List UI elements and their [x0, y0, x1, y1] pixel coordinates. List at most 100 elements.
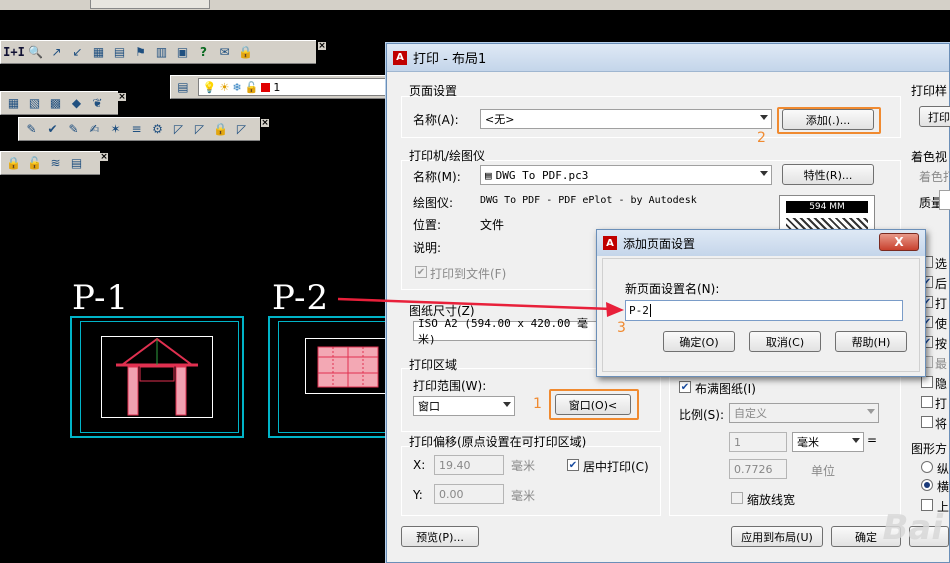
scale-unit2: 单位 — [811, 464, 836, 478]
sheet-p1[interactable] — [70, 316, 244, 438]
fit-to-paper-checkbox[interactable]: ✔ — [679, 381, 691, 393]
import-icon[interactable]: ↙ — [68, 43, 87, 62]
chevron-down-icon — [760, 115, 768, 120]
check-icon[interactable]: ✔ — [43, 120, 62, 139]
plot-range-combo[interactable]: 窗口 — [413, 396, 515, 416]
offset-x-field[interactable]: 19.40 — [434, 455, 504, 475]
eraser3-icon[interactable]: ◸ — [232, 120, 251, 139]
toolbar-close-icon[interactable]: × — [100, 153, 108, 162]
center-plot-checkbox[interactable]: ✔ — [567, 459, 579, 471]
document-icon[interactable]: ▤ — [110, 43, 129, 62]
pattern-icon[interactable]: ▧ — [25, 94, 44, 113]
offset-x-unit: 毫米 — [511, 459, 536, 473]
layer-dropdown[interactable]: 💡 ☀ ❄ 🔓 1 — [197, 78, 386, 96]
offset-x-label: X: — [413, 458, 426, 472]
attr-icon[interactable]: ≡ — [127, 120, 146, 139]
offset-y-field[interactable]: 0.00 — [434, 484, 504, 504]
star-icon[interactable]: ✶ — [106, 120, 125, 139]
option-checkbox-7[interactable] — [921, 396, 933, 408]
apply-to-layout-button[interactable]: 应用到布局(U) — [731, 526, 823, 547]
preview-button[interactable]: 预览(P)... — [401, 526, 479, 547]
step-label-2: 2 — [757, 130, 766, 146]
scale-lineweights-checkbox[interactable] — [731, 492, 743, 504]
chevron-down-icon — [867, 409, 875, 414]
plot-style-button[interactable]: 打印 — [919, 106, 950, 127]
edit2-icon[interactable]: ✎ — [64, 120, 83, 139]
location-value: 文件 — [480, 218, 505, 232]
subdialog-ok-button[interactable]: 确定(O) — [663, 331, 735, 352]
orientation-radio-portrait[interactable] — [921, 461, 933, 473]
layer-color-swatch — [261, 82, 271, 92]
option-checkbox-6[interactable] — [921, 376, 933, 388]
close-icon[interactable]: X — [879, 233, 919, 251]
option-label-4: 按 — [935, 337, 948, 351]
scale-combo[interactable]: 自定义 — [729, 403, 879, 423]
layer-manager-icon[interactable]: ▤ — [174, 78, 192, 97]
option-checkbox-8[interactable] — [921, 416, 933, 428]
paper-size-value: ISO A2 (594.00 x 420.00 毫米) — [418, 317, 588, 346]
toolbar-text-button[interactable]: I+I — [3, 43, 25, 62]
add-page-setup-titlebar[interactable]: A 添加页面设置 — [597, 230, 925, 256]
step-label-3: 3 — [617, 320, 626, 336]
help-icon[interactable]: ? — [194, 43, 213, 62]
new-setup-name-input[interactable]: P-2 — [625, 300, 903, 321]
toolbar-close-icon[interactable]: × — [261, 119, 269, 128]
image-icon[interactable]: ▦ — [89, 43, 108, 62]
plot-dialog-titlebar[interactable]: A 打印 - 布局1 — [387, 44, 949, 72]
edit-icon[interactable]: ✎ — [22, 120, 41, 139]
gate-drawing — [116, 337, 198, 416]
shade-plot-label: 着色打 — [919, 170, 950, 184]
eraser-icon[interactable]: ◸ — [169, 120, 188, 139]
page-setup-name-combo[interactable]: <无> — [480, 109, 772, 129]
printer-name-combo[interactable]: ▤ DWG To PDF.pc3 — [480, 165, 772, 185]
scale-value-1[interactable]: 1 — [729, 432, 787, 452]
scale-value-2[interactable]: 0.7726 — [729, 459, 787, 479]
plot-offset-title: 打印偏移(原点设置在可打印区域) — [409, 435, 587, 449]
zoom-icon[interactable]: 🔍 — [26, 43, 45, 62]
unlock2-icon[interactable]: 🔓 — [25, 154, 44, 173]
scale-unit-combo[interactable]: 毫米 — [792, 432, 864, 452]
printer-properties-button[interactable]: 特性(R)... — [782, 164, 874, 185]
option-label-0: 选 — [935, 257, 948, 271]
shape-icon[interactable]: ◆ — [67, 94, 86, 113]
plotter-label: 绘图仪: — [413, 196, 454, 210]
layers-icon[interactable]: ≋ — [46, 154, 65, 173]
step-label-1: 1 — [533, 396, 542, 412]
toolbar-close-icon[interactable]: × — [318, 42, 326, 51]
window-tab[interactable] — [90, 0, 210, 9]
edit3-icon[interactable]: ✍ — [85, 120, 104, 139]
eraser2-icon[interactable]: ◸ — [190, 120, 209, 139]
leaf-icon[interactable]: ❦ — [88, 94, 107, 113]
flag-icon[interactable]: ⚑ — [131, 43, 150, 62]
lock2-icon[interactable]: 🔒 — [211, 120, 230, 139]
gear-icon[interactable]: ⚙ — [148, 120, 167, 139]
lock3-icon[interactable]: 🔒 — [4, 154, 23, 173]
export-icon[interactable]: ↗ — [47, 43, 66, 62]
lock-icon[interactable]: 🔒 — [236, 43, 255, 62]
autocad-logo-icon: A — [603, 236, 617, 250]
scale-unit-value: 毫米 — [797, 436, 819, 449]
orientation-radio-landscape[interactable] — [921, 479, 933, 491]
hatch-icon[interactable]: ▦ — [4, 94, 23, 113]
paper-size-combo[interactable]: ISO A2 (594.00 x 420.00 毫米) — [413, 317, 599, 346]
chevron-down-icon — [852, 438, 860, 443]
sheet-p2[interactable] — [268, 316, 387, 438]
quality-combo[interactable] — [939, 190, 950, 210]
orientation-label-portrait: 纵 — [937, 462, 950, 476]
add-page-setup-title: 添加页面设置 — [623, 236, 696, 251]
subdialog-cancel-button[interactable]: 取消(C) — [749, 331, 821, 352]
subdialog-help-button[interactable]: 帮助(H) — [835, 331, 907, 352]
baidu-watermark: Bai — [882, 508, 943, 548]
stack-icon[interactable]: ▤ — [67, 154, 86, 173]
scale-label: 比例(S): — [679, 408, 725, 422]
mail-icon[interactable]: ✉ — [215, 43, 234, 62]
page-setup-name-label: 名称(A): — [413, 113, 459, 127]
fit-to-paper-label: 布满图纸(I) — [695, 382, 756, 396]
freeze-icon: ❄ — [232, 80, 242, 94]
toolbar-close-icon[interactable]: × — [118, 93, 126, 102]
block-icon[interactable]: ▩ — [46, 94, 65, 113]
palette-icon[interactable]: ▣ — [173, 43, 192, 62]
new-setup-name-label: 新页面设置名(N): — [625, 282, 720, 296]
print-to-file-checkbox[interactable]: ✔ — [415, 266, 427, 278]
properties-icon[interactable]: ▥ — [152, 43, 171, 62]
